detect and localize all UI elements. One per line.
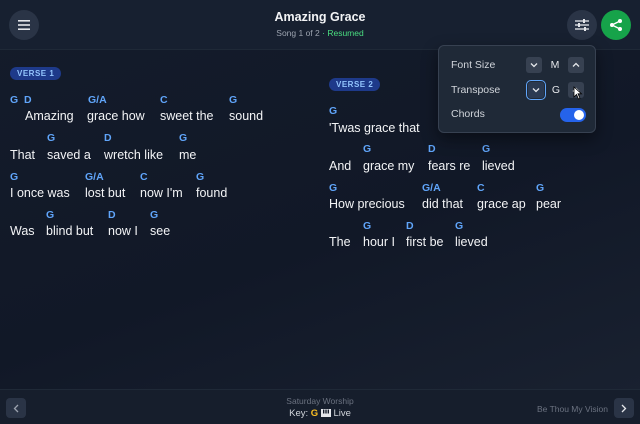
lyric: Amazing (25, 109, 74, 123)
song-title: Amazing Grace (274, 10, 366, 24)
chord: G (47, 132, 56, 144)
chord: G (329, 182, 338, 194)
chevron-down-icon (532, 88, 540, 93)
sliders-icon (575, 19, 589, 31)
display-settings-button[interactable] (567, 10, 597, 40)
share-button[interactable] (601, 10, 631, 40)
lyric: sound (229, 109, 264, 123)
song-meta: Song 1 of 2 · Resumed (0, 28, 640, 38)
chord: D (428, 143, 436, 155)
chord: G (179, 132, 188, 144)
key-label: Key: (289, 408, 309, 419)
chord: G/A (422, 182, 441, 194)
lyric: wretch like (104, 148, 164, 162)
resumed-status: · Resumed (322, 28, 364, 38)
mouse-cursor-icon (573, 86, 583, 100)
lyric: fears re (428, 159, 471, 173)
key-value: G (310, 408, 319, 419)
chevron-up-icon (572, 62, 580, 67)
lyric: That (10, 148, 36, 162)
verse-1-badge: VERSE 1 (10, 67, 62, 80)
chord: G/A (85, 171, 104, 183)
next-song-title[interactable]: Be Thou My Vision (537, 404, 608, 414)
transpose-down-button[interactable] (526, 80, 546, 100)
chevron-down-icon (530, 63, 538, 68)
chord: G (196, 171, 205, 183)
lyric: grace my (363, 159, 415, 173)
lyric: Was (10, 224, 35, 238)
chord: D (24, 94, 32, 106)
chord: C (140, 171, 148, 183)
share-icon (610, 19, 622, 31)
lyric: grace how (87, 109, 145, 123)
chord: G (10, 171, 19, 183)
chord: G (455, 220, 464, 232)
chord: G (329, 105, 338, 117)
chord: C (160, 94, 168, 106)
chord: G (150, 209, 159, 221)
chord: G (10, 94, 19, 106)
lyric: now I'm (140, 186, 183, 200)
lyric: lost but (85, 186, 126, 200)
verse-2-badge: VERSE 2 (329, 78, 381, 91)
chords-toggle[interactable] (560, 108, 586, 122)
footer-bar: Saturday Worship Key: G Live Be Thou My … (0, 389, 640, 424)
lyric: first be (406, 235, 444, 249)
font-size-label: Font Size (451, 59, 496, 71)
piano-icon (320, 409, 331, 417)
header-bar: Amazing Grace Song 1 of 2 · Resumed (0, 0, 640, 50)
title-block: Amazing Grace Song 1 of 2 · Resumed (0, 10, 640, 38)
chord: D (104, 132, 112, 144)
chords-label: Chords (451, 108, 485, 120)
lyric: lieved (482, 159, 515, 173)
lyric: hour I (363, 235, 395, 249)
chord: D (406, 220, 414, 232)
live-label: Live (333, 408, 351, 419)
chord: G (363, 220, 372, 232)
toggle-knob (574, 110, 584, 120)
lyric: now I (108, 224, 138, 238)
transpose-label: Transpose (451, 84, 501, 96)
lyric: did that (422, 197, 464, 211)
lyric: lieved (455, 235, 488, 249)
font-size-value: M (550, 59, 560, 71)
lyric: grace ap (477, 197, 526, 211)
lyric: me (179, 148, 197, 162)
lyric: see (150, 224, 171, 238)
chord: D (108, 209, 116, 221)
next-song-button[interactable] (614, 398, 634, 418)
chord: C (477, 182, 485, 194)
lyric: found (196, 186, 228, 200)
song-position: Song 1 of 2 (276, 28, 320, 38)
chord: G (363, 143, 372, 155)
lyric: saved a (47, 148, 91, 162)
lyric: blind but (46, 224, 94, 238)
lyric: I once was (10, 186, 70, 200)
lyric: sweet the (160, 109, 214, 123)
transpose-value: G (551, 84, 561, 96)
lyric: And (329, 159, 352, 173)
font-size-increase-button[interactable] (568, 57, 584, 73)
chord: G (536, 182, 545, 194)
lyric: How precious (329, 197, 405, 211)
chord: G (482, 143, 491, 155)
chord: G/A (88, 94, 107, 106)
chevron-right-icon (621, 404, 627, 412)
lyric: The (329, 235, 351, 249)
chord: G (46, 209, 55, 221)
lyric: pear (536, 197, 562, 211)
font-size-decrease-button[interactable] (526, 57, 542, 73)
chord: G (229, 94, 238, 106)
lyric: 'Twas grace that (329, 121, 420, 135)
